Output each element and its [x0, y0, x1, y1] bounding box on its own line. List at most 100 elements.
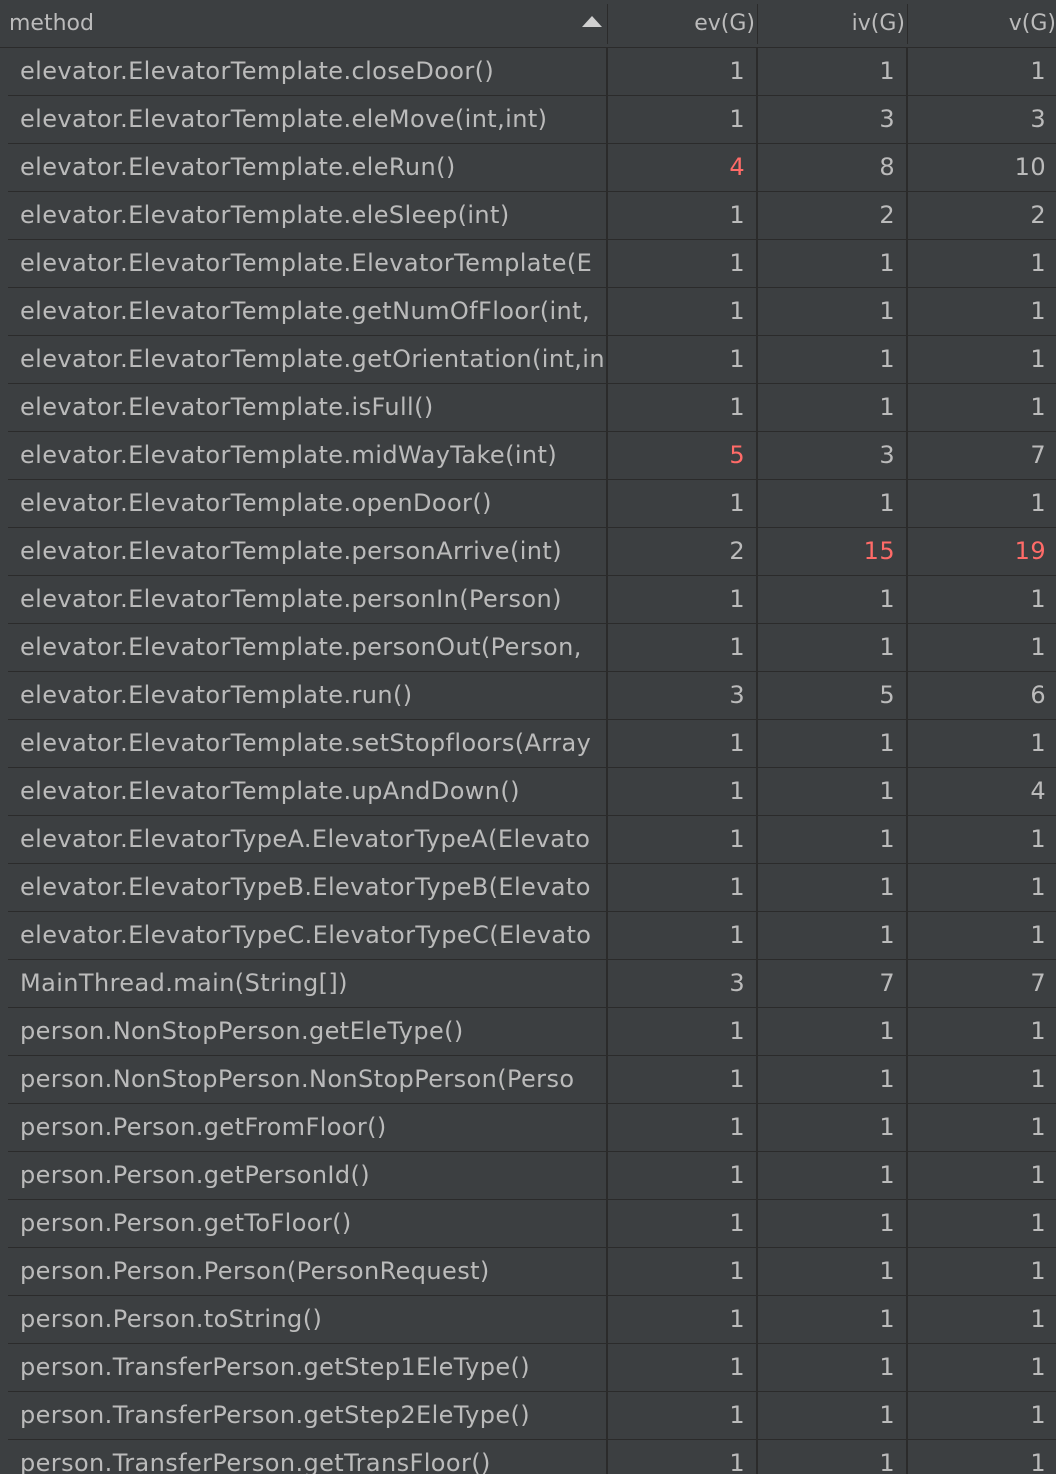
v-cell: 1 — [1030, 633, 1046, 661]
iv-cell: 1 — [879, 1065, 895, 1093]
table-row[interactable]: elevator.ElevatorTypeB.ElevatorTypeB(Ele… — [8, 864, 1056, 912]
method-cell: elevator.ElevatorTemplate.personOut(Pers… — [20, 633, 582, 661]
table-row[interactable]: elevator.ElevatorTemplate.eleRun() 4 8 10 — [8, 144, 1056, 192]
ev-cell: 1 — [729, 105, 745, 133]
column-header-ev[interactable]: ev(G) — [607, 0, 757, 47]
table-row[interactable]: elevator.ElevatorTemplate.upAndDown() 1 1 4 — [8, 768, 1056, 816]
table-row[interactable]: elevator.ElevatorTemplate.getOrientation… — [8, 336, 1056, 384]
ev-cell: 1 — [729, 633, 745, 661]
method-cell: elevator.ElevatorTypeB.ElevatorTypeB(Ele… — [20, 873, 591, 901]
iv-cell: 1 — [879, 249, 895, 277]
ev-cell: 1 — [729, 1305, 745, 1333]
v-cell: 3 — [1030, 105, 1046, 133]
column-header-v[interactable]: v(G) — [907, 0, 1056, 47]
method-cell: elevator.ElevatorTypeA.ElevatorTypeA(Ele… — [20, 825, 591, 853]
v-cell: 1 — [1030, 1161, 1046, 1189]
iv-cell: 2 — [879, 201, 895, 229]
iv-cell: 15 — [863, 537, 895, 565]
ev-cell: 3 — [729, 969, 745, 997]
method-cell: person.Person.getFromFloor() — [20, 1113, 387, 1141]
table-row[interactable]: elevator.ElevatorTemplate.eleMove(int,in… — [8, 96, 1056, 144]
table-row[interactable]: person.Person.getToFloor() 1 1 1 — [8, 1200, 1056, 1248]
table-row[interactable]: elevator.ElevatorTemplate.closeDoor() 1 1 1 — [8, 48, 1056, 96]
column-header-iv[interactable]: iv(G) — [757, 0, 907, 47]
method-cell: elevator.ElevatorTemplate.run() — [20, 681, 413, 709]
iv-cell: 1 — [879, 57, 895, 85]
method-cell: elevator.ElevatorTemplate.setStopfloors(… — [20, 729, 592, 757]
table-row[interactable]: person.TransferPerson.getStep1EleType() 1… — [8, 1344, 1056, 1392]
ev-cell: 1 — [729, 873, 745, 901]
sort-ascending-icon[interactable] — [582, 16, 602, 27]
v-cell: 1 — [1030, 1305, 1046, 1333]
ev-cell: 1 — [729, 297, 745, 325]
table-header: method ev(G) iv(G) v(G) — [0, 0, 1056, 48]
table-row[interactable]: elevator.ElevatorTemplate.eleSleep(int) 1… — [8, 192, 1056, 240]
v-cell: 1 — [1030, 297, 1046, 325]
table-row[interactable]: elevator.ElevatorTemplate.run() 3 5 6 — [8, 672, 1056, 720]
method-cell: person.Person.toString() — [20, 1305, 323, 1333]
table-row[interactable]: elevator.ElevatorTemplate.getNumOfFloor(… — [8, 288, 1056, 336]
method-cell: elevator.ElevatorTemplate.personIn(Perso… — [20, 585, 562, 613]
iv-cell: 1 — [879, 1017, 895, 1045]
table-row[interactable]: elevator.ElevatorTemplate.ElevatorTempla… — [8, 240, 1056, 288]
v-cell: 1 — [1030, 1017, 1046, 1045]
iv-cell: 3 — [879, 105, 895, 133]
v-cell: 1 — [1030, 1209, 1046, 1237]
iv-cell: 1 — [879, 1401, 895, 1429]
table-row[interactable]: elevator.ElevatorTemplate.setStopfloors(… — [8, 720, 1056, 768]
v-cell: 1 — [1030, 57, 1046, 85]
v-cell: 1 — [1030, 585, 1046, 613]
table-row[interactable]: person.NonStopPerson.getEleType() 1 1 1 — [8, 1008, 1056, 1056]
iv-cell: 1 — [879, 921, 895, 949]
v-cell: 1 — [1030, 1401, 1046, 1429]
method-cell: elevator.ElevatorTemplate.ElevatorTempla… — [20, 249, 593, 277]
table-row[interactable]: person.TransferPerson.getStep2EleType() 1… — [8, 1392, 1056, 1440]
table-body: elevator.ElevatorTemplate.closeDoor() 1 1 1… — [0, 48, 1056, 1474]
v-cell: 1 — [1030, 249, 1046, 277]
table-row[interactable]: elevator.ElevatorTemplate.openDoor() 1 1 1 — [8, 480, 1056, 528]
iv-cell: 1 — [879, 1209, 895, 1237]
v-cell: 1 — [1030, 1449, 1046, 1474]
metrics-table: method ev(G) iv(G) v(G) elevator.Elevato… — [0, 0, 1056, 1474]
iv-cell: 1 — [879, 873, 895, 901]
table-row[interactable]: elevator.ElevatorTypeC.ElevatorTypeC(Ele… — [8, 912, 1056, 960]
column-header-method[interactable]: method — [0, 0, 607, 47]
table-row[interactable]: person.NonStopPerson.NonStopPerson(Perso… — [8, 1056, 1056, 1104]
table-row[interactable]: person.Person.Person(PersonRequest) 1 1 1 — [8, 1248, 1056, 1296]
table-row[interactable]: elevator.ElevatorTemplate.personOut(Pers… — [8, 624, 1056, 672]
iv-cell: 1 — [879, 1113, 895, 1141]
ev-cell: 1 — [729, 1449, 745, 1474]
ev-cell: 1 — [729, 489, 745, 517]
method-cell: person.Person.getPersonId() — [20, 1161, 371, 1189]
table-row[interactable]: elevator.ElevatorTemplate.personArrive(i… — [8, 528, 1056, 576]
iv-cell: 1 — [879, 1161, 895, 1189]
ev-cell: 1 — [729, 1401, 745, 1429]
iv-cell: 1 — [879, 1353, 895, 1381]
v-cell: 1 — [1030, 1257, 1046, 1285]
method-cell: MainThread.main(String[]) — [20, 969, 348, 997]
iv-cell: 1 — [879, 585, 895, 613]
method-cell: person.Person.Person(PersonRequest) — [20, 1257, 490, 1285]
ev-cell: 1 — [729, 585, 745, 613]
table-row[interactable]: MainThread.main(String[]) 3 7 7 — [8, 960, 1056, 1008]
table-row[interactable]: person.TransferPerson.getTransFloor() 1 1 1 — [8, 1440, 1056, 1474]
method-cell: elevator.ElevatorTemplate.getOrientation… — [20, 345, 605, 373]
iv-cell: 1 — [879, 825, 895, 853]
table-row[interactable]: elevator.ElevatorTypeA.ElevatorTypeA(Ele… — [8, 816, 1056, 864]
ev-cell: 1 — [729, 921, 745, 949]
ev-cell: 4 — [729, 153, 745, 181]
table-row[interactable]: person.Person.getPersonId() 1 1 1 — [8, 1152, 1056, 1200]
v-cell: 10 — [1014, 153, 1046, 181]
table-row[interactable]: person.Person.toString() 1 1 1 — [8, 1296, 1056, 1344]
table-row[interactable]: elevator.ElevatorTemplate.midWayTake(int… — [8, 432, 1056, 480]
table-row[interactable]: person.Person.getFromFloor() 1 1 1 — [8, 1104, 1056, 1152]
v-cell: 1 — [1030, 1065, 1046, 1093]
ev-cell: 1 — [729, 1113, 745, 1141]
method-cell: person.NonStopPerson.NonStopPerson(Perso — [20, 1065, 575, 1093]
table-row[interactable]: elevator.ElevatorTemplate.isFull() 1 1 1 — [8, 384, 1056, 432]
table-row[interactable]: elevator.ElevatorTemplate.personIn(Perso… — [8, 576, 1056, 624]
iv-cell: 1 — [879, 345, 895, 373]
method-cell: elevator.ElevatorTemplate.openDoor() — [20, 489, 492, 517]
v-cell: 1 — [1030, 393, 1046, 421]
method-cell: elevator.ElevatorTemplate.isFull() — [20, 393, 434, 421]
